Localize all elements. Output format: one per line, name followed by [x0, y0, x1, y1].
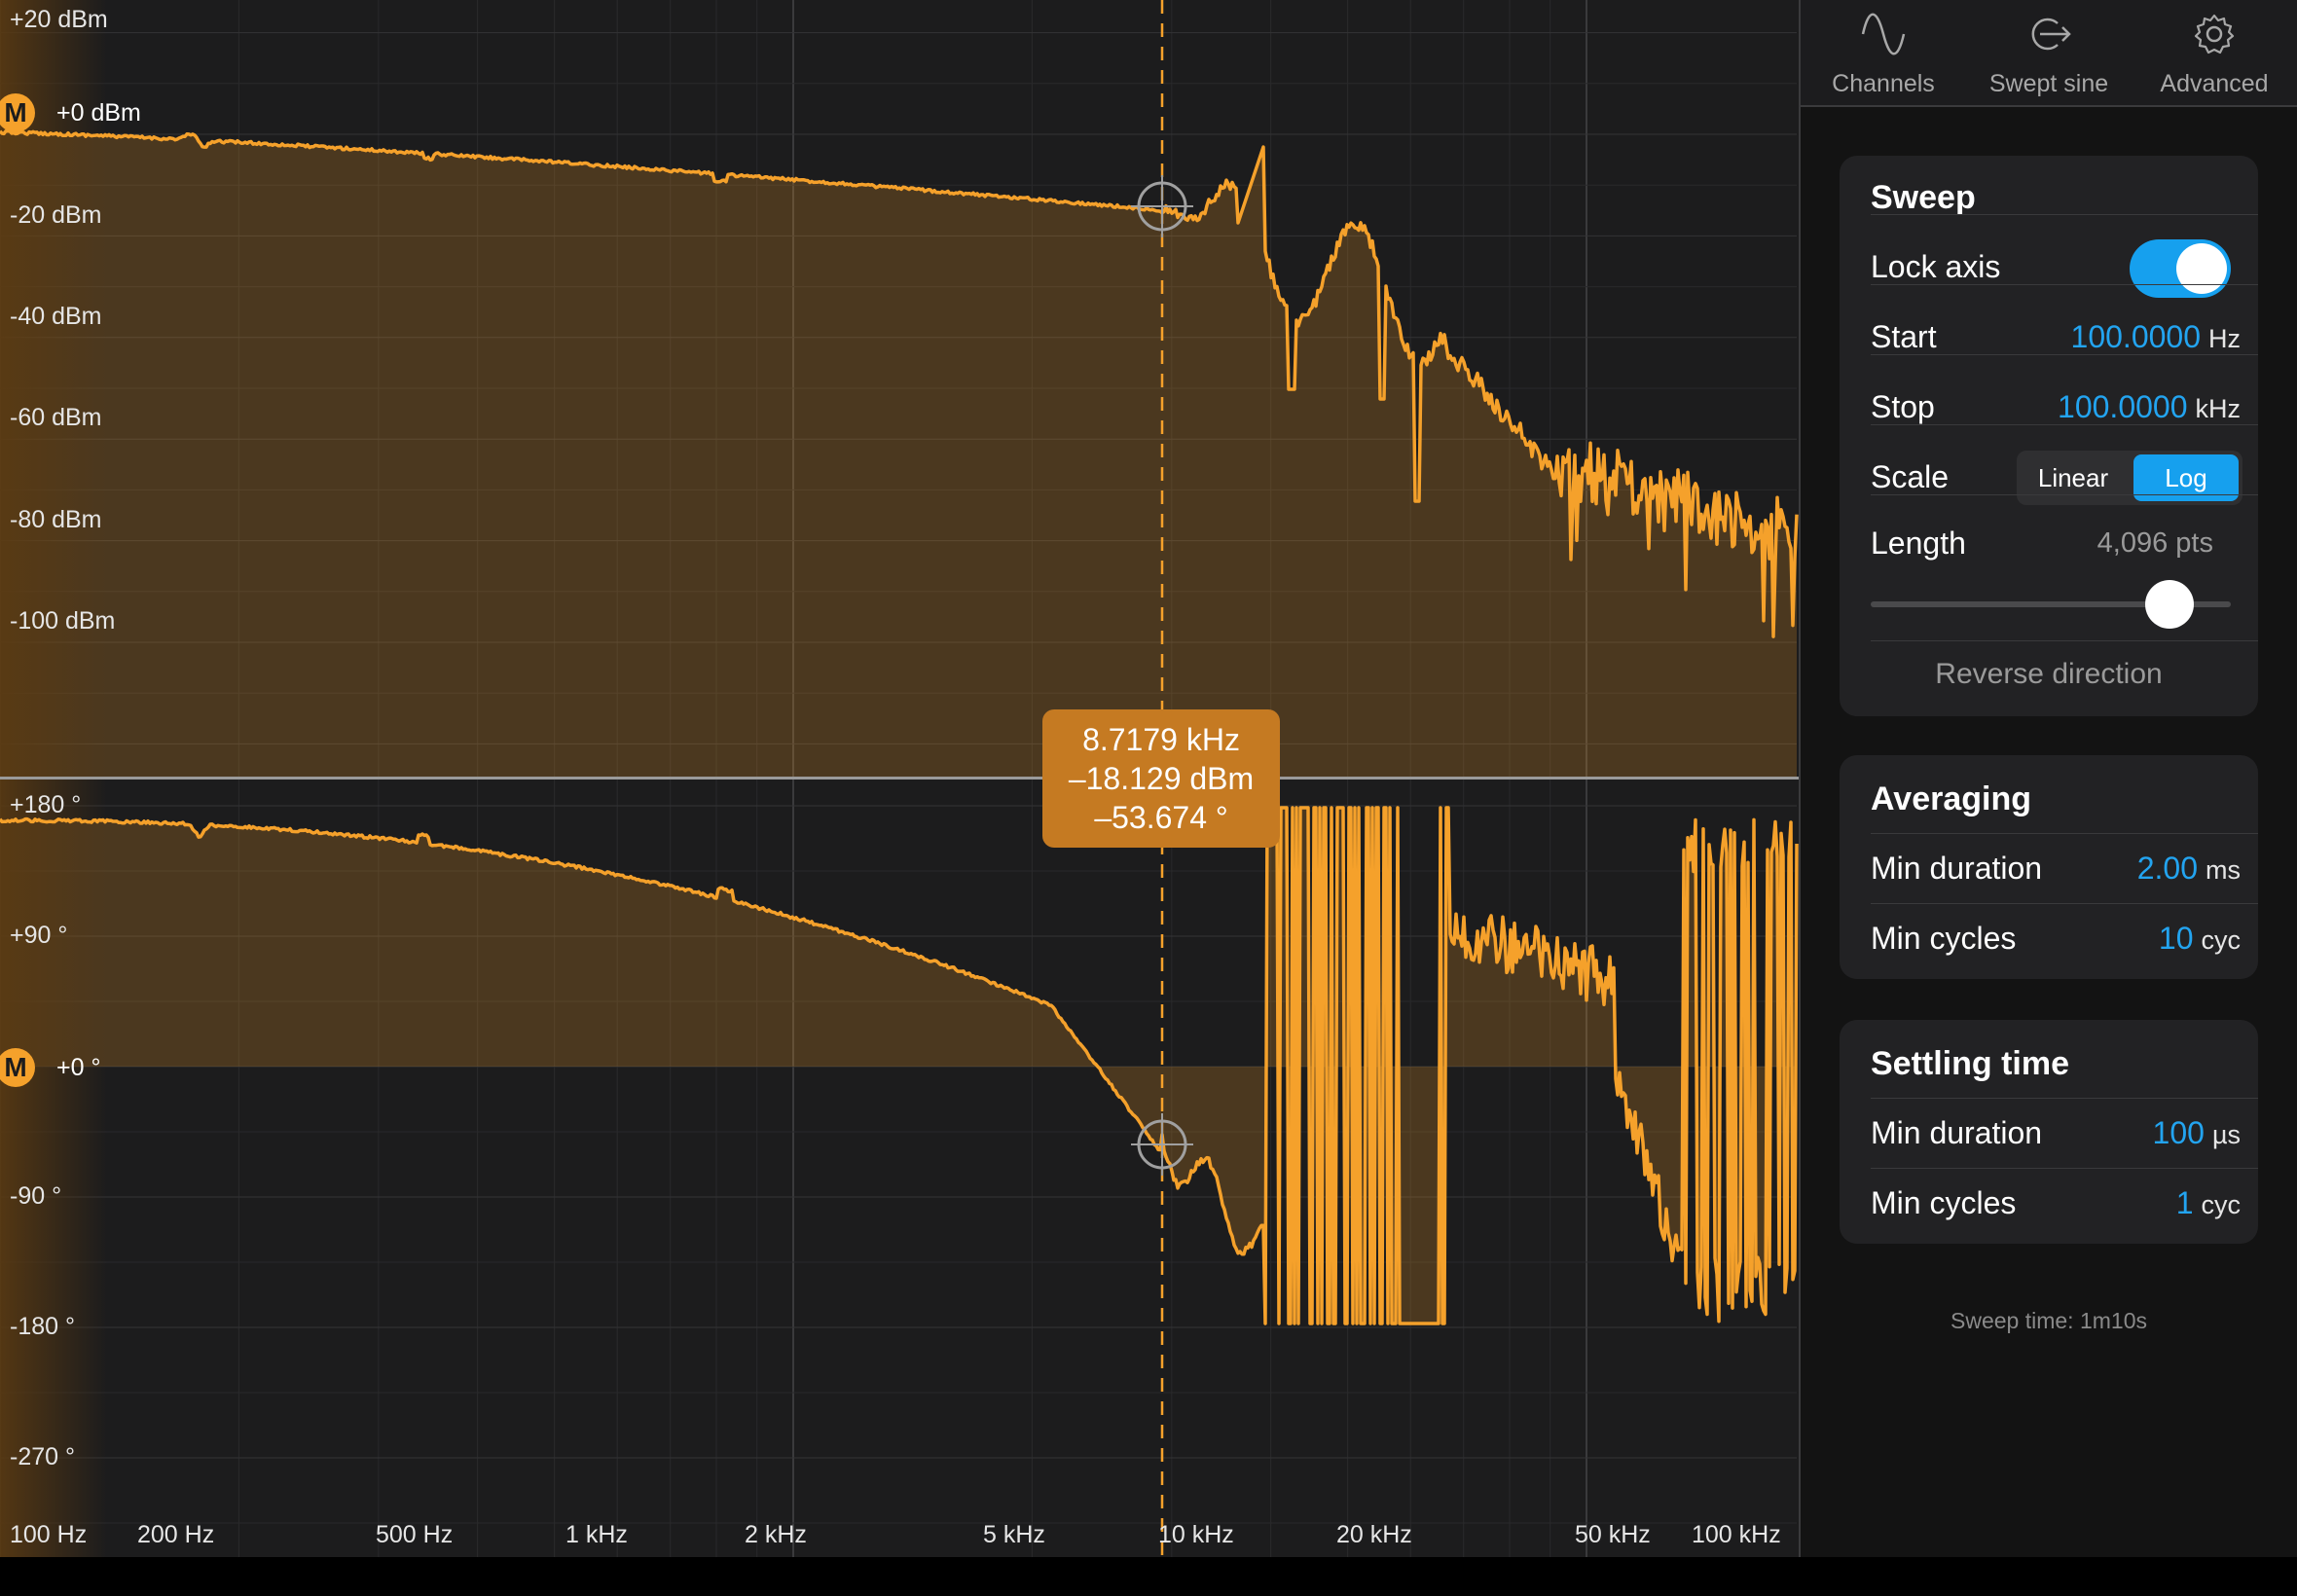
cursor-magnitude: –18.129 dBm: [1068, 761, 1255, 796]
sidebar-tab-bar: Channels Swept sine Advanced: [1801, 0, 2297, 107]
avg-min-duration-field[interactable]: 2.00 ms: [2137, 851, 2241, 887]
sine-wave-icon: [1861, 13, 1906, 55]
freq-axis-label: 10 kHz: [1158, 1521, 1234, 1548]
start-field[interactable]: 100.0000 Hz: [2071, 319, 2241, 355]
length-label: Length: [1871, 526, 1966, 561]
mag-axis-label: -100 dBm: [10, 607, 116, 635]
lock-axis-toggle[interactable]: [2130, 239, 2231, 298]
bode-plot-area[interactable]: +20 dBm -20 dBm -40 dBm -60 dBm -80 dBm …: [0, 0, 1799, 1557]
mag-axis-label: -20 dBm: [10, 201, 102, 229]
settle-min-duration-label: Min duration: [1871, 1115, 2043, 1150]
tab-label: Swept sine: [1988, 70, 2109, 97]
settle-min-cycles-label: Min cycles: [1871, 1185, 2017, 1220]
settle-min-cycles-unit: cyc: [2201, 1190, 2242, 1219]
settle-min-duration-field[interactable]: 100 µs: [2153, 1115, 2241, 1151]
tab-channels[interactable]: Channels: [1801, 0, 1966, 105]
averaging-title: Averaging: [1871, 780, 2032, 817]
phase-axis-label: -90 °: [10, 1182, 62, 1210]
avg-min-duration-value: 2.00: [2136, 851, 2198, 886]
reverse-direction-button[interactable]: Reverse direction: [1840, 658, 2258, 691]
settle-min-cycles-value: 1: [2175, 1185, 2194, 1220]
phase-axis-label: +180 °: [10, 791, 82, 818]
tab-label: Advanced: [2160, 70, 2269, 97]
cursor-frequency: 8.7179 kHz: [1082, 722, 1240, 757]
stop-label: Stop: [1871, 389, 1935, 424]
gear-icon: [2194, 14, 2235, 54]
settle-min-duration-value: 100: [2152, 1115, 2205, 1150]
tab-swept-sine[interactable]: Swept sine: [1966, 0, 2132, 105]
magnitude-marker-value: +0 dBm: [56, 99, 141, 127]
tab-advanced[interactable]: Advanced: [2132, 0, 2297, 105]
avg-min-duration-label: Min duration: [1871, 851, 2043, 886]
lock-axis-label: Lock axis: [1871, 249, 2001, 284]
phase-axis-label: -270 °: [10, 1443, 75, 1470]
start-value: 100.0000: [2070, 319, 2201, 354]
length-value: 4,096 pts: [2096, 527, 2213, 559]
freq-axis-label: 100 Hz: [10, 1521, 88, 1548]
stop-field[interactable]: 100.0000 kHz: [2058, 389, 2241, 425]
scale-segmented-control: Linear Log: [2017, 451, 2242, 505]
settle-min-cycles-field[interactable]: 1 cyc: [2176, 1185, 2241, 1221]
sweep-title: Sweep: [1871, 179, 1976, 216]
settling-time-card: Settling time Min duration 100 µs Min cyc…: [1840, 1020, 2258, 1244]
mag-axis-label: +20 dBm: [10, 6, 108, 33]
stop-unit: kHz: [2195, 394, 2242, 423]
mag-axis-label: -60 dBm: [10, 404, 102, 431]
freq-axis-label: 5 kHz: [983, 1521, 1045, 1548]
averaging-card: Averaging Min duration 2.00 ms Min cycles…: [1840, 755, 2258, 979]
plot-divider: [0, 777, 1799, 780]
length-slider-thumb[interactable]: [2145, 580, 2195, 629]
avg-min-cycles-unit: cyc: [2201, 925, 2242, 955]
sweep-time-label: Sweep time: 1m10s: [1951, 1308, 2147, 1333]
settle-min-duration-unit: µs: [2211, 1120, 2241, 1149]
phase-axis-label: +90 °: [10, 922, 68, 949]
magnitude-fill: [0, 130, 1797, 777]
sweep-card: Sweep Lock axis Start 100.0000 Hz Stop 10…: [1840, 156, 2258, 716]
phase-fill: [0, 808, 1797, 1324]
freq-axis-label: 200 Hz: [137, 1521, 215, 1548]
bottom-bar: [0, 1557, 2297, 1596]
freq-axis-label: 1 kHz: [565, 1521, 628, 1548]
freq-axis-label: 500 Hz: [376, 1521, 454, 1548]
freq-axis-label: 100 kHz: [1692, 1521, 1781, 1548]
mag-axis-label: -80 dBm: [10, 506, 102, 533]
avg-min-cycles-field[interactable]: 10 cyc: [2159, 921, 2241, 957]
phase-marker-value: +0 °: [56, 1054, 101, 1081]
start-label: Start: [1871, 319, 1937, 354]
scale-label: Scale: [1871, 459, 1950, 494]
phase-axis-label: -180 °: [10, 1313, 75, 1340]
stop-value: 100.0000: [2058, 389, 2188, 424]
freq-axis-label: 20 kHz: [1336, 1521, 1412, 1548]
avg-min-duration-unit: ms: [2206, 855, 2241, 885]
cursor-readout-tooltip[interactable]: 8.7179 kHz –18.129 dBm –53.674 °: [1042, 709, 1280, 848]
tab-label: Channels: [1832, 70, 1935, 97]
settings-sidebar: Channels Swept sine Advanced Sweep Lock …: [1799, 0, 2297, 1557]
cursor-phase: –53.674 °: [1094, 800, 1228, 835]
freq-axis-label: 50 kHz: [1575, 1521, 1651, 1548]
avg-min-cycles-value: 10: [2158, 921, 2194, 956]
avg-min-cycles-label: Min cycles: [1871, 921, 2017, 956]
start-unit: Hz: [2208, 324, 2241, 353]
settling-title: Settling time: [1871, 1045, 2070, 1082]
freq-axis-label: 2 kHz: [745, 1521, 807, 1548]
sweep-arrow-icon: [2031, 18, 2071, 51]
mag-axis-label: -40 dBm: [10, 303, 102, 330]
